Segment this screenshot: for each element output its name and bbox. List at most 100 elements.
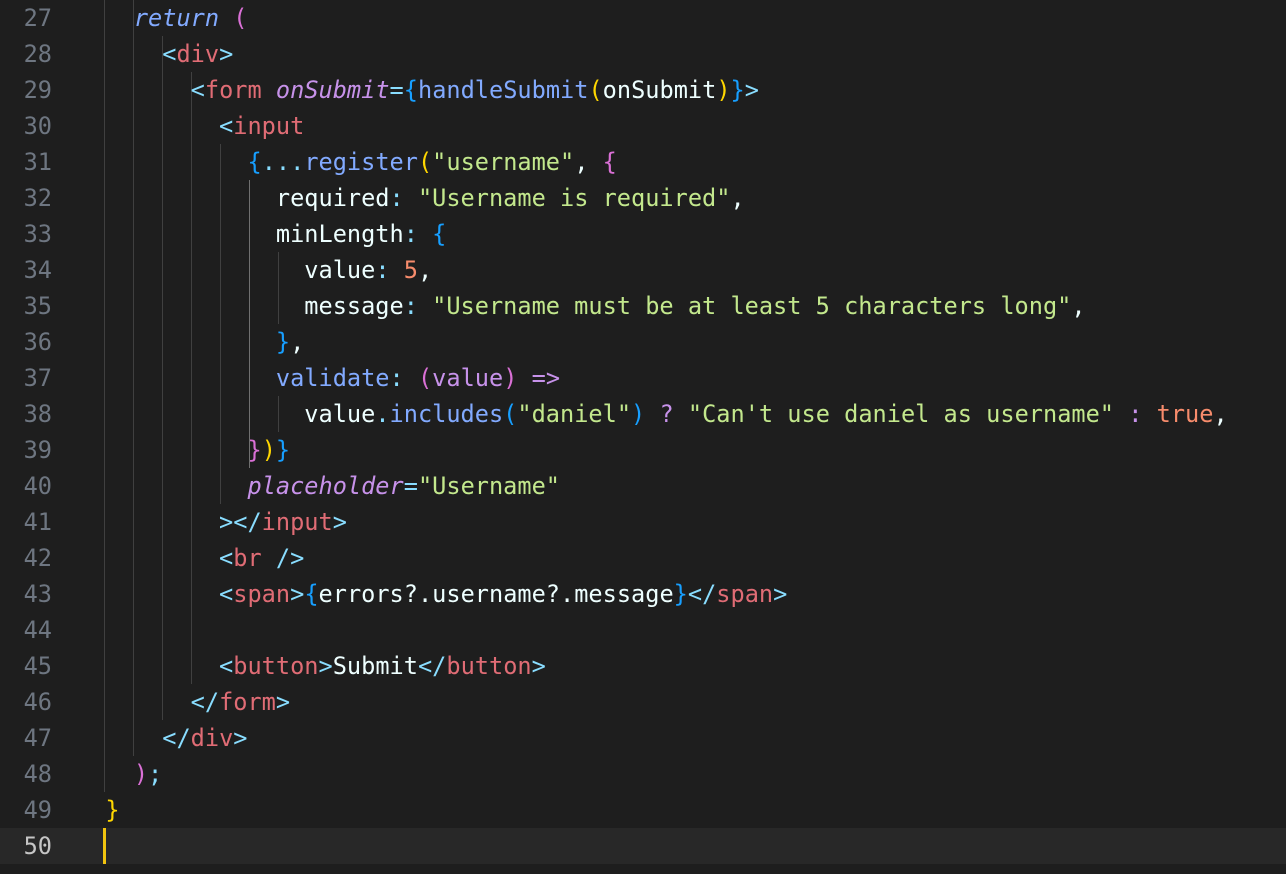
code-line[interactable]: 42 <br /> (0, 540, 1286, 576)
code-line[interactable]: 33 minLength: { (0, 216, 1286, 252)
code-token: ) (133, 760, 149, 788)
code-line[interactable]: 31 {...register("username", { (0, 144, 1286, 180)
code-token: { (304, 580, 319, 608)
line-number: 50 (23, 832, 52, 860)
line-code: placeholder="Username" (77, 468, 560, 504)
code-token: , (730, 184, 745, 212)
line-code: return ( (77, 0, 248, 36)
line-number: 44 (23, 616, 52, 644)
code-line[interactable]: 36 }, (0, 324, 1286, 360)
code-token: </ (162, 724, 191, 752)
code-token: ( (233, 4, 248, 32)
code-token: "daniel" (517, 400, 632, 428)
code-token: < (219, 580, 234, 608)
code-line[interactable]: 46 </form> (0, 684, 1286, 720)
code-token: > (773, 580, 788, 608)
code-line[interactable]: 30 <input (0, 108, 1286, 144)
code-line[interactable]: 48 ); (0, 756, 1286, 792)
code-token: </ (417, 652, 447, 680)
line-number: 30 (23, 112, 52, 140)
code-token: } (673, 580, 688, 608)
code-token: } (730, 76, 745, 104)
code-line[interactable]: 40 placeholder="Username" (0, 468, 1286, 504)
code-token: : (389, 364, 418, 392)
code-line[interactable]: 47 </div> (0, 720, 1286, 756)
code-token: ( (417, 364, 433, 392)
code-token: input (261, 508, 333, 536)
code-token: : (1114, 400, 1157, 428)
code-token: < (162, 40, 177, 68)
code-line[interactable]: 38 value.includes("daniel") ? "Can't use… (0, 396, 1286, 432)
code-token: = (389, 76, 404, 104)
line-number: 43 (23, 580, 52, 608)
code-token: { (602, 148, 617, 176)
code-token: { (247, 148, 262, 176)
code-line[interactable]: 37 validate: (value) => (0, 360, 1286, 396)
code-line[interactable]: 28 <div> (0, 36, 1286, 72)
line-code: message: "Username must be at least 5 ch… (77, 288, 1086, 324)
code-line[interactable]: 34 value: 5, (0, 252, 1286, 288)
code-line[interactable]: 39 })} (0, 432, 1286, 468)
code-line[interactable]: 45 <button>Submit</button> (0, 648, 1286, 684)
code-token: onSubmit (275, 76, 390, 104)
code-token: "Username" (417, 472, 560, 500)
code-line[interactable]: 32 required: "Username is required", (0, 180, 1286, 216)
code-token: return (133, 4, 220, 32)
code-line[interactable]: 43 <span>{errors?.username?.message}</sp… (0, 576, 1286, 612)
code-token: } (247, 436, 262, 464)
code-token: div (190, 724, 234, 752)
line-code: ); (77, 756, 162, 792)
line-code: } (77, 792, 120, 828)
code-token: { (403, 76, 418, 104)
code-token: ; (148, 760, 163, 788)
code-token: Submit (332, 652, 418, 680)
code-token: : (403, 292, 433, 320)
code-line[interactable]: 50 (0, 828, 1286, 864)
line-number: 37 (23, 364, 52, 392)
line-code: }, (77, 324, 304, 360)
code-token: button (446, 652, 532, 680)
code-line[interactable]: 35 message: "Username must be at least 5… (0, 288, 1286, 324)
code-line[interactable]: 49 } (0, 792, 1286, 828)
line-code: ></input> (77, 504, 347, 540)
code-token: > (332, 508, 347, 536)
code-token: value (304, 256, 376, 284)
line-number: 29 (23, 76, 52, 104)
code-token: required (275, 184, 390, 212)
code-line[interactable]: 29 <form onSubmit={handleSubmit(onSubmit… (0, 72, 1286, 108)
line-number: 34 (23, 256, 52, 284)
code-token: value (432, 364, 504, 392)
code-token: > (233, 724, 248, 752)
code-token: { (432, 220, 447, 248)
code-token: => (531, 364, 561, 392)
code-line[interactable]: 41 ></input> (0, 504, 1286, 540)
code-token: : (403, 220, 433, 248)
code-token: < (190, 76, 205, 104)
code-token: } (105, 796, 120, 824)
code-token: value (304, 400, 376, 428)
code-token: ) (503, 364, 518, 392)
code-token: < (219, 112, 234, 140)
code-token: /> (261, 544, 305, 572)
line-number: 36 (23, 328, 52, 356)
code-line[interactable]: 44 (0, 612, 1286, 648)
code-token: < (219, 544, 234, 572)
line-number: 40 (23, 472, 52, 500)
line-number: 49 (23, 796, 52, 824)
code-line[interactable]: 27 return ( (0, 0, 1286, 36)
code-token: , (1071, 292, 1086, 320)
line-code: <span>{errors?.username?.message}</span> (77, 576, 787, 612)
code-editor[interactable]: 27 return (28 <div> 29 <form onSubmit={ha… (0, 0, 1286, 874)
